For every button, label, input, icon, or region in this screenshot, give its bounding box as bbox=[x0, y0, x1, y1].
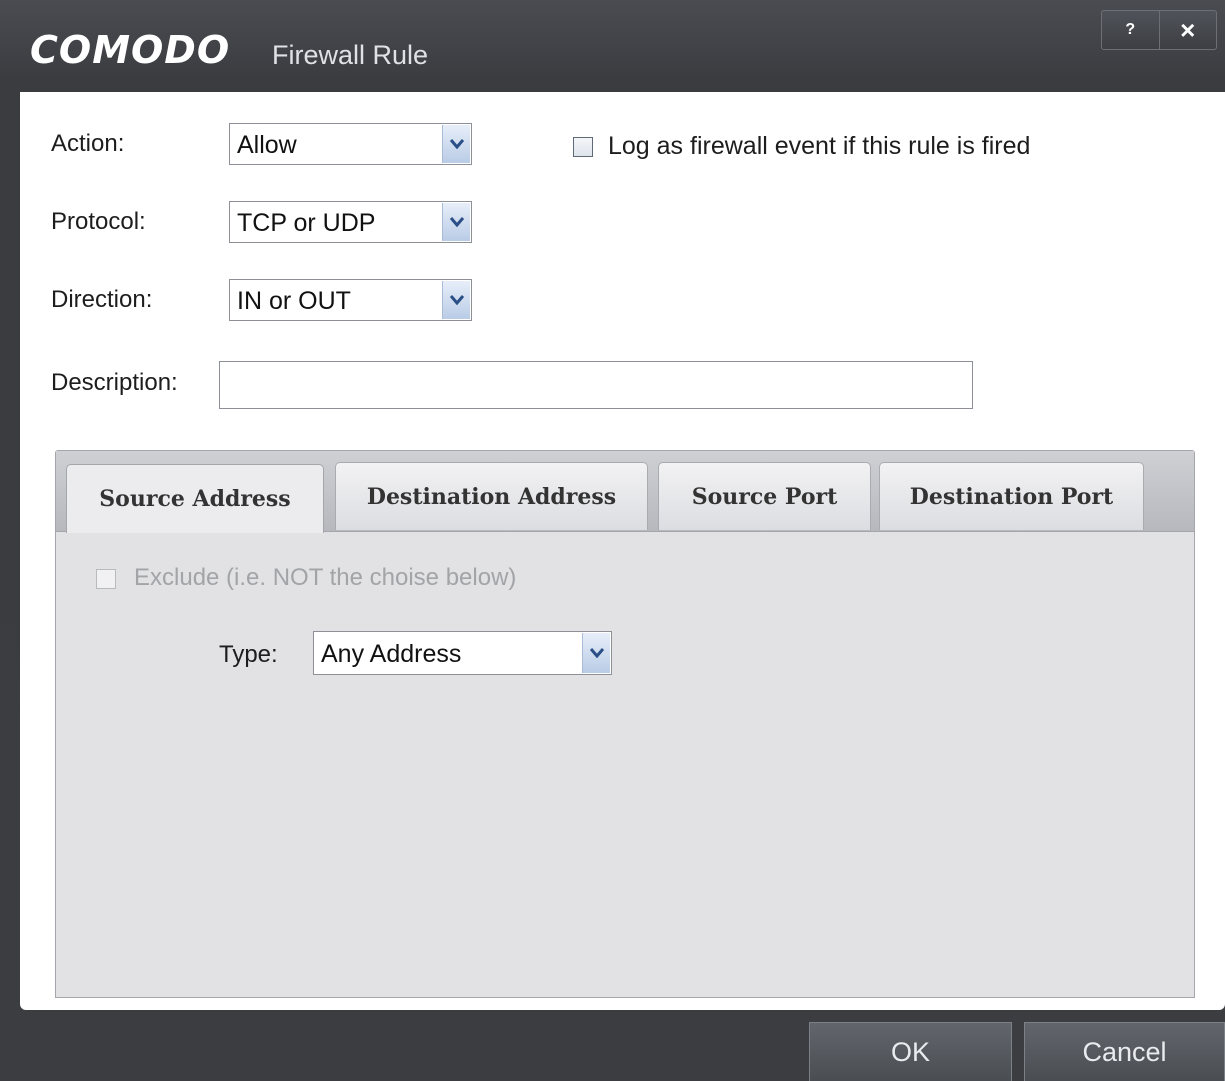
tab-destination-port[interactable]: Destination Port bbox=[879, 462, 1144, 530]
close-icon: × bbox=[1180, 14, 1196, 45]
description-input[interactable] bbox=[219, 361, 973, 409]
chevron-down-icon[interactable] bbox=[442, 281, 470, 319]
exclude-checkbox[interactable] bbox=[96, 569, 116, 589]
type-label: Type: bbox=[219, 641, 278, 668]
protocol-label: Protocol: bbox=[51, 208, 146, 235]
window-title: Firewall Rule bbox=[272, 40, 429, 70]
tab-source-port[interactable]: Source Port bbox=[658, 462, 871, 530]
direction-label: Direction: bbox=[51, 286, 153, 313]
ok-button-label: OK bbox=[890, 1036, 930, 1067]
tab-source-address[interactable]: Source Address bbox=[66, 464, 324, 533]
chevron-down-icon[interactable] bbox=[442, 125, 470, 163]
title-bar: COMODO Firewall Rule ? × bbox=[0, 0, 1225, 92]
address-type-value: Any Address bbox=[321, 640, 462, 668]
chevron-down-icon[interactable] bbox=[582, 633, 610, 673]
log-event-checkbox[interactable] bbox=[573, 137, 593, 157]
tab-label: Source Address bbox=[99, 486, 291, 512]
direction-dropdown-value: IN or OUT bbox=[237, 287, 351, 315]
action-dropdown-value: Allow bbox=[237, 131, 297, 159]
tab-label: Destination Address bbox=[366, 483, 617, 510]
action-label: Action: bbox=[51, 130, 125, 157]
cancel-button-label: Cancel bbox=[1082, 1036, 1167, 1067]
chevron-down-icon[interactable] bbox=[442, 203, 470, 241]
address-type-dropdown[interactable]: Any Address bbox=[313, 631, 612, 675]
direction-dropdown[interactable]: IN or OUT bbox=[229, 279, 472, 321]
firewall-rule-dialog: COMODO Firewall Rule ? × Action: Allow L… bbox=[0, 0, 1225, 1081]
comodo-logo: COMODO bbox=[30, 28, 231, 72]
dialog-content: Action: Allow Log as firewall event if t… bbox=[20, 92, 1225, 1010]
tab-label: Source Port bbox=[691, 483, 838, 510]
close-button[interactable]: × bbox=[1158, 11, 1217, 49]
ok-button[interactable]: OK bbox=[809, 1022, 1012, 1081]
description-label: Description: bbox=[51, 369, 178, 396]
protocol-dropdown-value: TCP or UDP bbox=[237, 209, 376, 237]
address-port-tab-panel: Source Address Destination Address Sourc… bbox=[55, 450, 1195, 998]
title-bar-buttons: ? × bbox=[1101, 10, 1217, 50]
tab-destination-address[interactable]: Destination Address bbox=[335, 462, 648, 530]
log-event-label: Log as firewall event if this rule is fi… bbox=[608, 132, 1031, 160]
help-icon: ? bbox=[1125, 21, 1136, 38]
action-dropdown[interactable]: Allow bbox=[229, 123, 472, 165]
exclude-label: Exclude (i.e. NOT the choise below) bbox=[134, 564, 517, 591]
protocol-dropdown[interactable]: TCP or UDP bbox=[229, 201, 472, 243]
tab-label: Destination Port bbox=[909, 483, 1114, 510]
cancel-button[interactable]: Cancel bbox=[1024, 1022, 1225, 1081]
help-button[interactable]: ? bbox=[1102, 11, 1159, 49]
